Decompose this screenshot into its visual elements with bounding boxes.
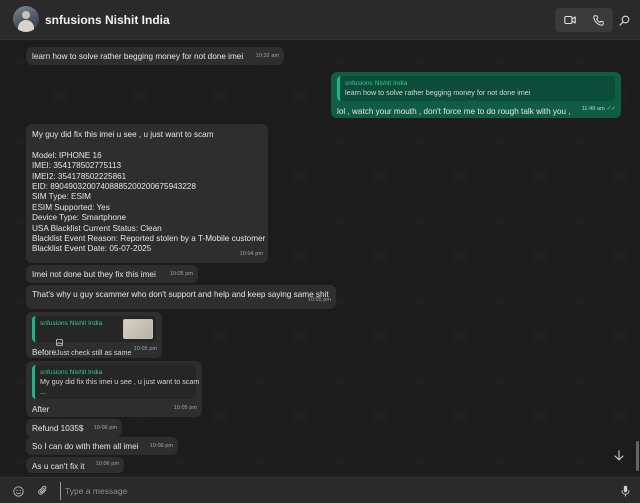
quote-text: learn how to solve rather begging money … bbox=[345, 88, 531, 97]
message-time: 11:49 am ✓✓ bbox=[581, 106, 616, 112]
message-time: 10:06 pm bbox=[93, 425, 117, 431]
quoted-message[interactable]: snfusions Nishit India Just check still … bbox=[32, 316, 156, 357]
message-incoming[interactable]: learn how to solve rather begging money … bbox=[26, 47, 284, 65]
voice-call-button[interactable] bbox=[584, 8, 613, 32]
message-time: 10:05 pm bbox=[169, 271, 193, 277]
message-text: After bbox=[32, 405, 50, 414]
message-incoming[interactable]: snfusions Nishit India Just check still … bbox=[26, 312, 162, 358]
message-time: 10:05 pm bbox=[173, 405, 197, 411]
video-call-button[interactable] bbox=[555, 8, 584, 32]
microphone-icon bbox=[621, 485, 629, 497]
phone-icon bbox=[593, 14, 604, 26]
scrollbar-thumb[interactable] bbox=[636, 441, 639, 471]
message-incoming[interactable]: Refund 1035$ 10:06 pm bbox=[26, 419, 122, 437]
message-incoming[interactable]: Imei not done but they fix this imei 10:… bbox=[26, 265, 198, 283]
message-list[interactable]: learn how to solve rather begging money … bbox=[0, 41, 640, 474]
image-icon bbox=[56, 339, 63, 346]
emoji-button[interactable] bbox=[11, 484, 25, 498]
contact-name[interactable]: snfusions Nishit India bbox=[45, 13, 170, 27]
emoji-icon bbox=[12, 485, 24, 497]
call-actions bbox=[555, 8, 613, 32]
message-incoming[interactable]: That's why u guy scammer who don't suppo… bbox=[26, 285, 336, 309]
quoted-message[interactable]: snfusions Nishit India My guy did fix th… bbox=[32, 365, 200, 399]
message-time: 10:06 pm bbox=[95, 461, 119, 467]
scroll-to-bottom-button[interactable] bbox=[610, 446, 628, 464]
message-time: 10:05 pm bbox=[133, 346, 157, 352]
message-text: My guy did fix this imei u see , u just … bbox=[32, 130, 266, 254]
message-time: 10:04 pm bbox=[239, 251, 263, 257]
chat-header: snfusions Nishit India bbox=[0, 0, 640, 40]
message-incoming[interactable]: snfusions Nishit India My guy did fix th… bbox=[26, 361, 202, 417]
read-ticks-icon: ✓✓ bbox=[606, 106, 616, 112]
avatar[interactable] bbox=[13, 6, 39, 32]
message-input[interactable] bbox=[60, 482, 600, 500]
quote-image-thumbnail bbox=[123, 319, 153, 339]
message-time: 10:05 pm bbox=[307, 297, 331, 303]
quote-text: My guy did fix this imei u see , u just … bbox=[40, 377, 200, 396]
message-incoming[interactable]: So I can do with them all imei 10:06 pm bbox=[26, 437, 178, 455]
message-outgoing[interactable]: snfusions Nishit India learn how to solv… bbox=[331, 72, 621, 118]
message-text: learn how to solve rather begging money … bbox=[32, 52, 244, 61]
message-time: 10:06 pm bbox=[149, 443, 173, 449]
search-button[interactable] bbox=[616, 11, 632, 29]
arrow-down-icon bbox=[614, 449, 624, 460]
message-scrollbar[interactable] bbox=[634, 41, 640, 474]
voice-message-button[interactable] bbox=[618, 484, 632, 498]
paperclip-icon bbox=[38, 485, 47, 495]
message-text: Imei not done but they fix this imei bbox=[32, 270, 156, 279]
search-icon bbox=[618, 15, 629, 26]
attach-button[interactable] bbox=[36, 484, 50, 498]
message-time: 10:32 am bbox=[255, 53, 279, 59]
message-composer bbox=[0, 477, 640, 503]
quote-author: snfusions Nishit India bbox=[345, 80, 408, 87]
quote-author: snfusions Nishit India bbox=[40, 369, 103, 376]
message-incoming[interactable]: My guy did fix this imei u see , u just … bbox=[26, 124, 268, 263]
message-incoming[interactable]: As u can't fix it 10:06 pm bbox=[26, 457, 124, 473]
video-camera-icon bbox=[563, 15, 576, 25]
message-text: lol , watch your mouth , don't force me … bbox=[337, 107, 571, 116]
message-text: That's why u guy scammer who don't suppo… bbox=[32, 290, 329, 299]
quoted-message[interactable]: snfusions Nishit India learn how to solv… bbox=[337, 76, 615, 101]
